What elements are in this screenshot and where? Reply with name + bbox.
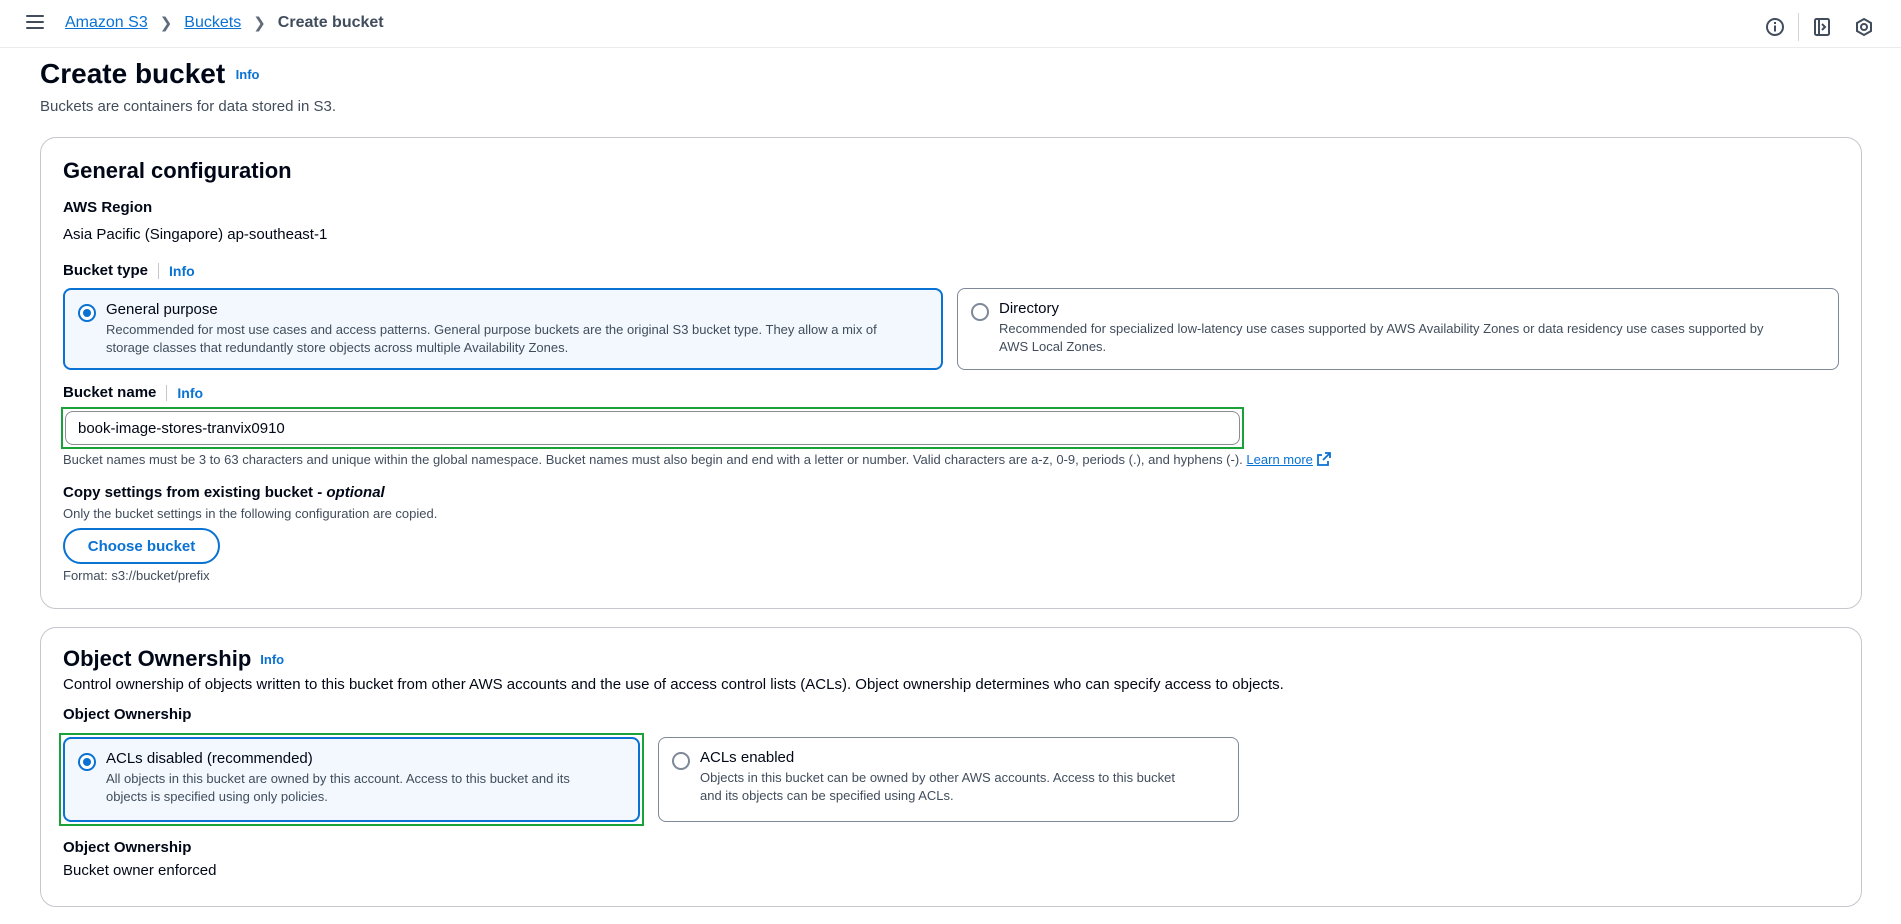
- general-configuration-container: General configuration AWS Region Asia Pa…: [40, 137, 1862, 609]
- general-purpose-desc-line2: storage classes that redundantly store o…: [106, 340, 569, 355]
- aws-region-value: Asia Pacific (Singapore) ap-southeast-1: [63, 226, 328, 243]
- object-ownership-field-label: Object Ownership: [63, 706, 192, 723]
- acls-disabled-desc-line1: All objects in this bucket are owned by …: [106, 771, 570, 786]
- radio-acls-disabled[interactable]: [78, 753, 96, 771]
- choose-bucket-button[interactable]: Choose bucket: [63, 528, 220, 564]
- bucket-name-label-row: Bucket name Info: [63, 384, 203, 401]
- panel-icon[interactable]: [1811, 16, 1833, 38]
- divider: [1798, 13, 1799, 41]
- object-ownership-result-label: Object Ownership: [63, 839, 192, 856]
- bucket-type-general-purpose[interactable]: General purpose Recommended for most use…: [63, 288, 943, 370]
- acls-enabled-description: Objects in this bucket can be owned by o…: [700, 769, 1175, 805]
- top-navigation-bar: Amazon S3 ❯ Buckets ❯ Create bucket: [0, 0, 1901, 48]
- chevron-right-icon: ❯: [159, 15, 173, 32]
- hamburger-menu-icon[interactable]: [26, 15, 44, 31]
- top-icons: [1764, 13, 1875, 41]
- bucket-type-directory[interactable]: Directory Recommended for specialized lo…: [957, 288, 1839, 370]
- general-purpose-desc-line1: Recommended for most use cases and acces…: [106, 322, 877, 337]
- hexagon-gear-icon[interactable]: [1853, 16, 1875, 38]
- general-purpose-title: General purpose: [106, 301, 218, 318]
- acls-enabled-desc-line1: Objects in this bucket can be owned by o…: [700, 770, 1175, 785]
- external-link-icon: [1316, 452, 1331, 469]
- bucket-type-label-row: Bucket type Info: [63, 262, 195, 279]
- general-purpose-description: Recommended for most use cases and acces…: [106, 321, 877, 357]
- acls-disabled-desc-line2: objects is specified using only policies…: [106, 789, 328, 804]
- object-ownership-info-link[interactable]: Info: [260, 652, 284, 667]
- bucket-name-label: Bucket name: [63, 384, 157, 401]
- radio-general-purpose[interactable]: [78, 304, 96, 322]
- general-configuration-heading: General configuration: [63, 158, 292, 183]
- page-info-link[interactable]: Info: [236, 67, 260, 82]
- bucket-name-input[interactable]: book-image-stores-tranvix0910: [65, 411, 1240, 445]
- object-ownership-result-value: Bucket owner enforced: [63, 862, 217, 879]
- page-header: Create bucket Info: [40, 58, 259, 90]
- aws-region-label: AWS Region: [63, 199, 153, 216]
- object-ownership-heading: Object Ownership: [63, 646, 252, 671]
- object-ownership-heading-row: Object Ownership Info: [63, 646, 284, 672]
- breadcrumb-current: Create bucket: [277, 14, 384, 31]
- page-description: Buckets are containers for data stored i…: [40, 98, 336, 115]
- directory-desc-line2: AWS Local Zones.: [999, 339, 1107, 354]
- acls-disabled-option[interactable]: ACLs disabled (recommended) All objects …: [63, 737, 640, 822]
- radio-acls-enabled[interactable]: [672, 752, 690, 770]
- bucket-name-info-link[interactable]: Info: [166, 384, 203, 401]
- bucket-type-label: Bucket type: [63, 262, 149, 279]
- copy-settings-description: Only the bucket settings in the followin…: [63, 506, 438, 521]
- breadcrumb: Amazon S3 ❯ Buckets ❯ Create bucket: [65, 14, 384, 32]
- acls-disabled-description: All objects in this bucket are owned by …: [106, 770, 570, 806]
- chevron-right-icon: ❯: [253, 15, 266, 32]
- directory-description: Recommended for specialized low-latency …: [999, 320, 1764, 356]
- directory-desc-line1: Recommended for specialized low-latency …: [999, 321, 1764, 336]
- bucket-name-hint-text: Bucket names must be 3 to 63 characters …: [63, 452, 1243, 467]
- acls-enabled-desc-line2: and its objects can be specified using A…: [700, 788, 954, 803]
- directory-title: Directory: [999, 300, 1060, 317]
- acls-enabled-title: ACLs enabled: [700, 749, 795, 766]
- object-ownership-description: Control ownership of objects written to …: [63, 676, 1284, 693]
- page-title: Create bucket: [40, 58, 226, 89]
- info-circle-icon[interactable]: [1764, 16, 1786, 38]
- copy-settings-optional: optional: [326, 484, 385, 501]
- radio-directory[interactable]: [971, 303, 989, 321]
- object-ownership-container: Object Ownership Info Control ownership …: [40, 627, 1862, 907]
- format-hint: Format: s3://bucket/prefix: [63, 568, 210, 583]
- copy-settings-label-text: Copy settings from existing bucket -: [63, 484, 327, 501]
- acls-enabled-option[interactable]: ACLs enabled Objects in this bucket can …: [658, 737, 1239, 822]
- bucket-name-hint: Bucket names must be 3 to 63 characters …: [63, 452, 1331, 469]
- bucket-type-info-link[interactable]: Info: [158, 262, 195, 279]
- copy-settings-label: Copy settings from existing bucket - opt…: [63, 484, 385, 501]
- learn-more-link[interactable]: Learn more: [1246, 452, 1312, 467]
- breadcrumb-amazon-s3[interactable]: Amazon S3: [65, 14, 148, 32]
- breadcrumb-buckets[interactable]: Buckets: [184, 14, 241, 32]
- acls-disabled-title: ACLs disabled (recommended): [106, 750, 313, 767]
